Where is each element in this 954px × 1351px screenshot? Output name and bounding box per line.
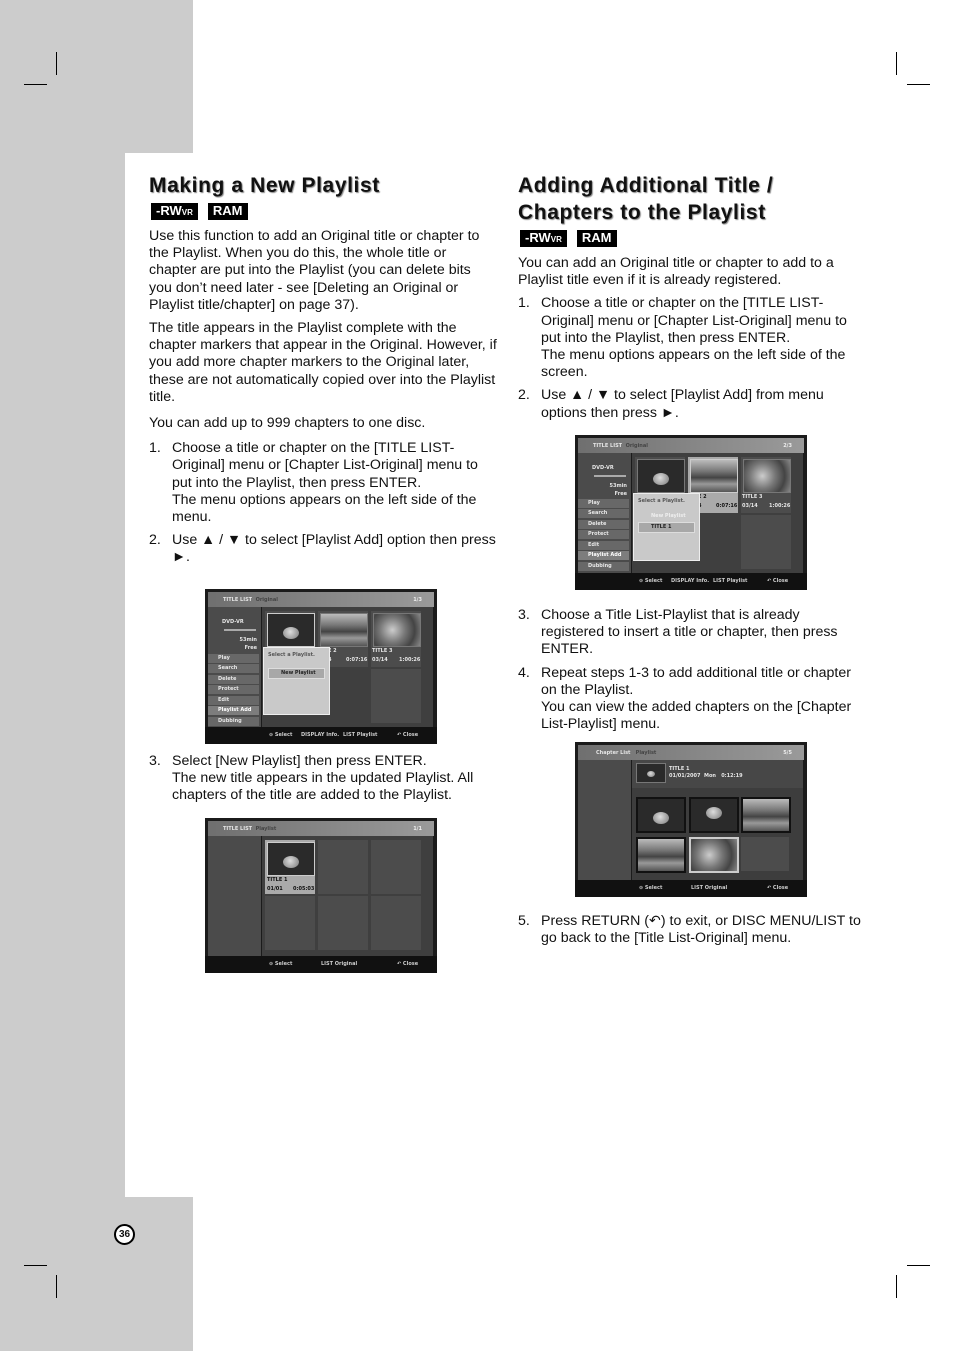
chapter-thumbnail[interactable] bbox=[741, 797, 791, 833]
select-playlist-popup: Select a Playlist. New Playlist bbox=[263, 647, 330, 715]
crop-mark bbox=[56, 52, 57, 75]
title-thumbnail bbox=[636, 763, 666, 783]
thumbnail-title-2[interactable] bbox=[690, 459, 738, 493]
screen-footer: ⊙ Select LIST Original ↶ Close bbox=[205, 956, 437, 973]
screenshot-title-list-original-playlist-add: TITLE LIST Original 2/3 DVD-VR 53min Free… bbox=[575, 435, 807, 590]
step-item: 3. Choose a Title List-Playlist that is a… bbox=[518, 607, 838, 658]
crop-mark bbox=[896, 1275, 897, 1298]
paragraph: Use this function to add an Original tit… bbox=[149, 228, 480, 313]
thumbnail-title-1[interactable] bbox=[267, 842, 315, 876]
disc-badges: -RWVR RAM bbox=[151, 203, 497, 220]
margin-top-left bbox=[0, 0, 193, 153]
section-title-adding-titles: Adding Additional Title / Chapters to the… bbox=[518, 174, 774, 224]
screen-header: TITLE LIST Playlist 1/1 bbox=[208, 821, 434, 836]
menu-item-search[interactable]: Search bbox=[208, 664, 259, 673]
crop-mark bbox=[907, 84, 930, 85]
menu-item-playlist-add[interactable]: Playlist Add bbox=[578, 551, 629, 560]
side-panel bbox=[578, 760, 631, 880]
menu-item-playlist-add[interactable]: Playlist Add bbox=[208, 706, 259, 715]
menu-item-delete[interactable]: Delete bbox=[208, 675, 259, 684]
chapter-thumbnail[interactable] bbox=[636, 837, 686, 873]
left-column: Making a New Playlist -RWVR RAM Use this… bbox=[149, 172, 497, 573]
steps-list-continued: 3. Choose a Title List-Playlist that is a… bbox=[518, 607, 866, 739]
steps-list-continued: 3. Select [New Playlist] then press ENTER… bbox=[149, 753, 497, 811]
steps-list-final: 5. Press RETURN (↶) to exit, or DISC MENU… bbox=[518, 913, 866, 953]
crop-mark bbox=[56, 1275, 57, 1298]
steps-list: 1. Choose a title or chapter on the [TITL… bbox=[149, 440, 497, 566]
screen-header: TITLE LIST Original 1/3 bbox=[208, 592, 434, 607]
menu-item-delete[interactable]: Delete bbox=[578, 520, 629, 529]
thumbnail-title-3[interactable] bbox=[373, 613, 421, 647]
title-grid: TITLE 1 01/01 0:05:03 bbox=[262, 836, 433, 956]
popup-item-title-1[interactable]: TITLE 1 bbox=[638, 522, 695, 533]
chapter-thumbnail[interactable] bbox=[636, 797, 686, 833]
chapter-thumbnail[interactable] bbox=[689, 837, 739, 873]
step-item: 2. Use ▲ / ▼ to select [Playlist Add] fro… bbox=[518, 387, 824, 421]
popup-item-new-playlist[interactable]: New Playlist bbox=[268, 668, 325, 679]
menu-item-dubbing[interactable]: Dubbing bbox=[208, 717, 259, 726]
badge-rw-vr: -RWVR bbox=[151, 203, 198, 220]
side-panel bbox=[208, 836, 261, 956]
thumbnail-title-2[interactable] bbox=[320, 613, 368, 647]
menu-item-play[interactable]: Play bbox=[578, 499, 629, 508]
crop-mark bbox=[24, 84, 47, 85]
thumbnail-title-3[interactable] bbox=[743, 459, 791, 493]
badge-ram: RAM bbox=[576, 230, 617, 247]
menu-item-search[interactable]: Search bbox=[578, 509, 629, 518]
page-number: 36 bbox=[114, 1224, 135, 1245]
menu-item-dubbing[interactable]: Dubbing bbox=[578, 562, 629, 571]
screenshot-title-list-original: TITLE LIST Original 1/3 DVD-VR 53min Free… bbox=[205, 589, 437, 744]
thumbnail-title-1[interactable] bbox=[267, 613, 315, 647]
screen-footer: ⊙ Select LIST Original ↶ Close bbox=[575, 880, 807, 897]
paragraph: You can add up to 999 chapters to one di… bbox=[149, 415, 426, 432]
step-item: 4. Repeat steps 1-3 to add additional tit… bbox=[518, 664, 852, 733]
menu-item-edit[interactable]: Edit bbox=[578, 541, 629, 550]
chapter-grid: TITLE 1 01/01/2007 Mon 0:12:19 bbox=[632, 760, 803, 880]
paragraph: The title appears in the Playlist comple… bbox=[149, 320, 497, 405]
right-column: Adding Additional Title / Chapters to the… bbox=[518, 172, 866, 428]
steps-list: 1. Choose a title or chapter on the [TITL… bbox=[518, 295, 866, 421]
step-item: 1. Choose a title or chapter on the [TITL… bbox=[149, 440, 478, 526]
chapter-thumbnail[interactable] bbox=[689, 797, 739, 833]
badge-ram: RAM bbox=[207, 203, 248, 220]
step-item: 5. Press RETURN (↶) to exit, or DISC MENU… bbox=[518, 913, 861, 947]
screenshot-title-list-playlist: TITLE LIST Playlist 1/1 TITLE 1 01/01 0:0… bbox=[205, 818, 437, 973]
paragraph: You can add an Original title or chapter… bbox=[518, 255, 834, 289]
popup-item-new-playlist[interactable]: New Playlist bbox=[638, 511, 695, 522]
disc-badges: -RWVR RAM bbox=[520, 230, 866, 247]
step-item: 2. Use ▲ / ▼ to select [Playlist Add] opt… bbox=[149, 532, 496, 566]
step-item: 1. Choose a title or chapter on the [TITL… bbox=[518, 295, 847, 381]
badge-rw-vr: -RWVR bbox=[520, 230, 567, 247]
screenshot-chapter-list-playlist: Chapter List Playlist 5/5 TITLE 1 01/01/2… bbox=[575, 742, 807, 897]
margin-left-strip bbox=[0, 153, 125, 1198]
menu-item-protect[interactable]: Protect bbox=[578, 530, 629, 539]
select-playlist-popup: Select a Playlist. New Playlist TITLE 1 bbox=[633, 493, 700, 561]
menu-item-edit[interactable]: Edit bbox=[208, 696, 259, 705]
crop-mark bbox=[896, 52, 897, 75]
step-item: 3. Select [New Playlist] then press ENTER… bbox=[149, 753, 474, 804]
screen-footer: ⊙ Select DISPLAY Info. LIST Playlist ↶ C… bbox=[575, 573, 807, 590]
screen-header: TITLE LIST Original 2/3 bbox=[578, 438, 804, 453]
section-title-new-playlist: Making a New Playlist bbox=[149, 174, 380, 197]
screen-footer: ⊙ Select DISPLAY Info. LIST Playlist ↶ C… bbox=[205, 727, 437, 744]
crop-mark bbox=[24, 1265, 47, 1266]
crop-mark bbox=[907, 1265, 930, 1266]
thumbnail-title-1[interactable] bbox=[637, 459, 685, 493]
menu-item-protect[interactable]: Protect bbox=[208, 685, 259, 694]
menu-item-play[interactable]: Play bbox=[208, 654, 259, 663]
side-panel: DVD-VR 53min Free Play Search Delete Pro… bbox=[208, 607, 261, 727]
side-panel: DVD-VR 53min Free Play Search Delete Pro… bbox=[578, 453, 631, 573]
screen-header: Chapter List Playlist 5/5 bbox=[578, 745, 804, 760]
margin-bottom-left bbox=[0, 1197, 193, 1351]
